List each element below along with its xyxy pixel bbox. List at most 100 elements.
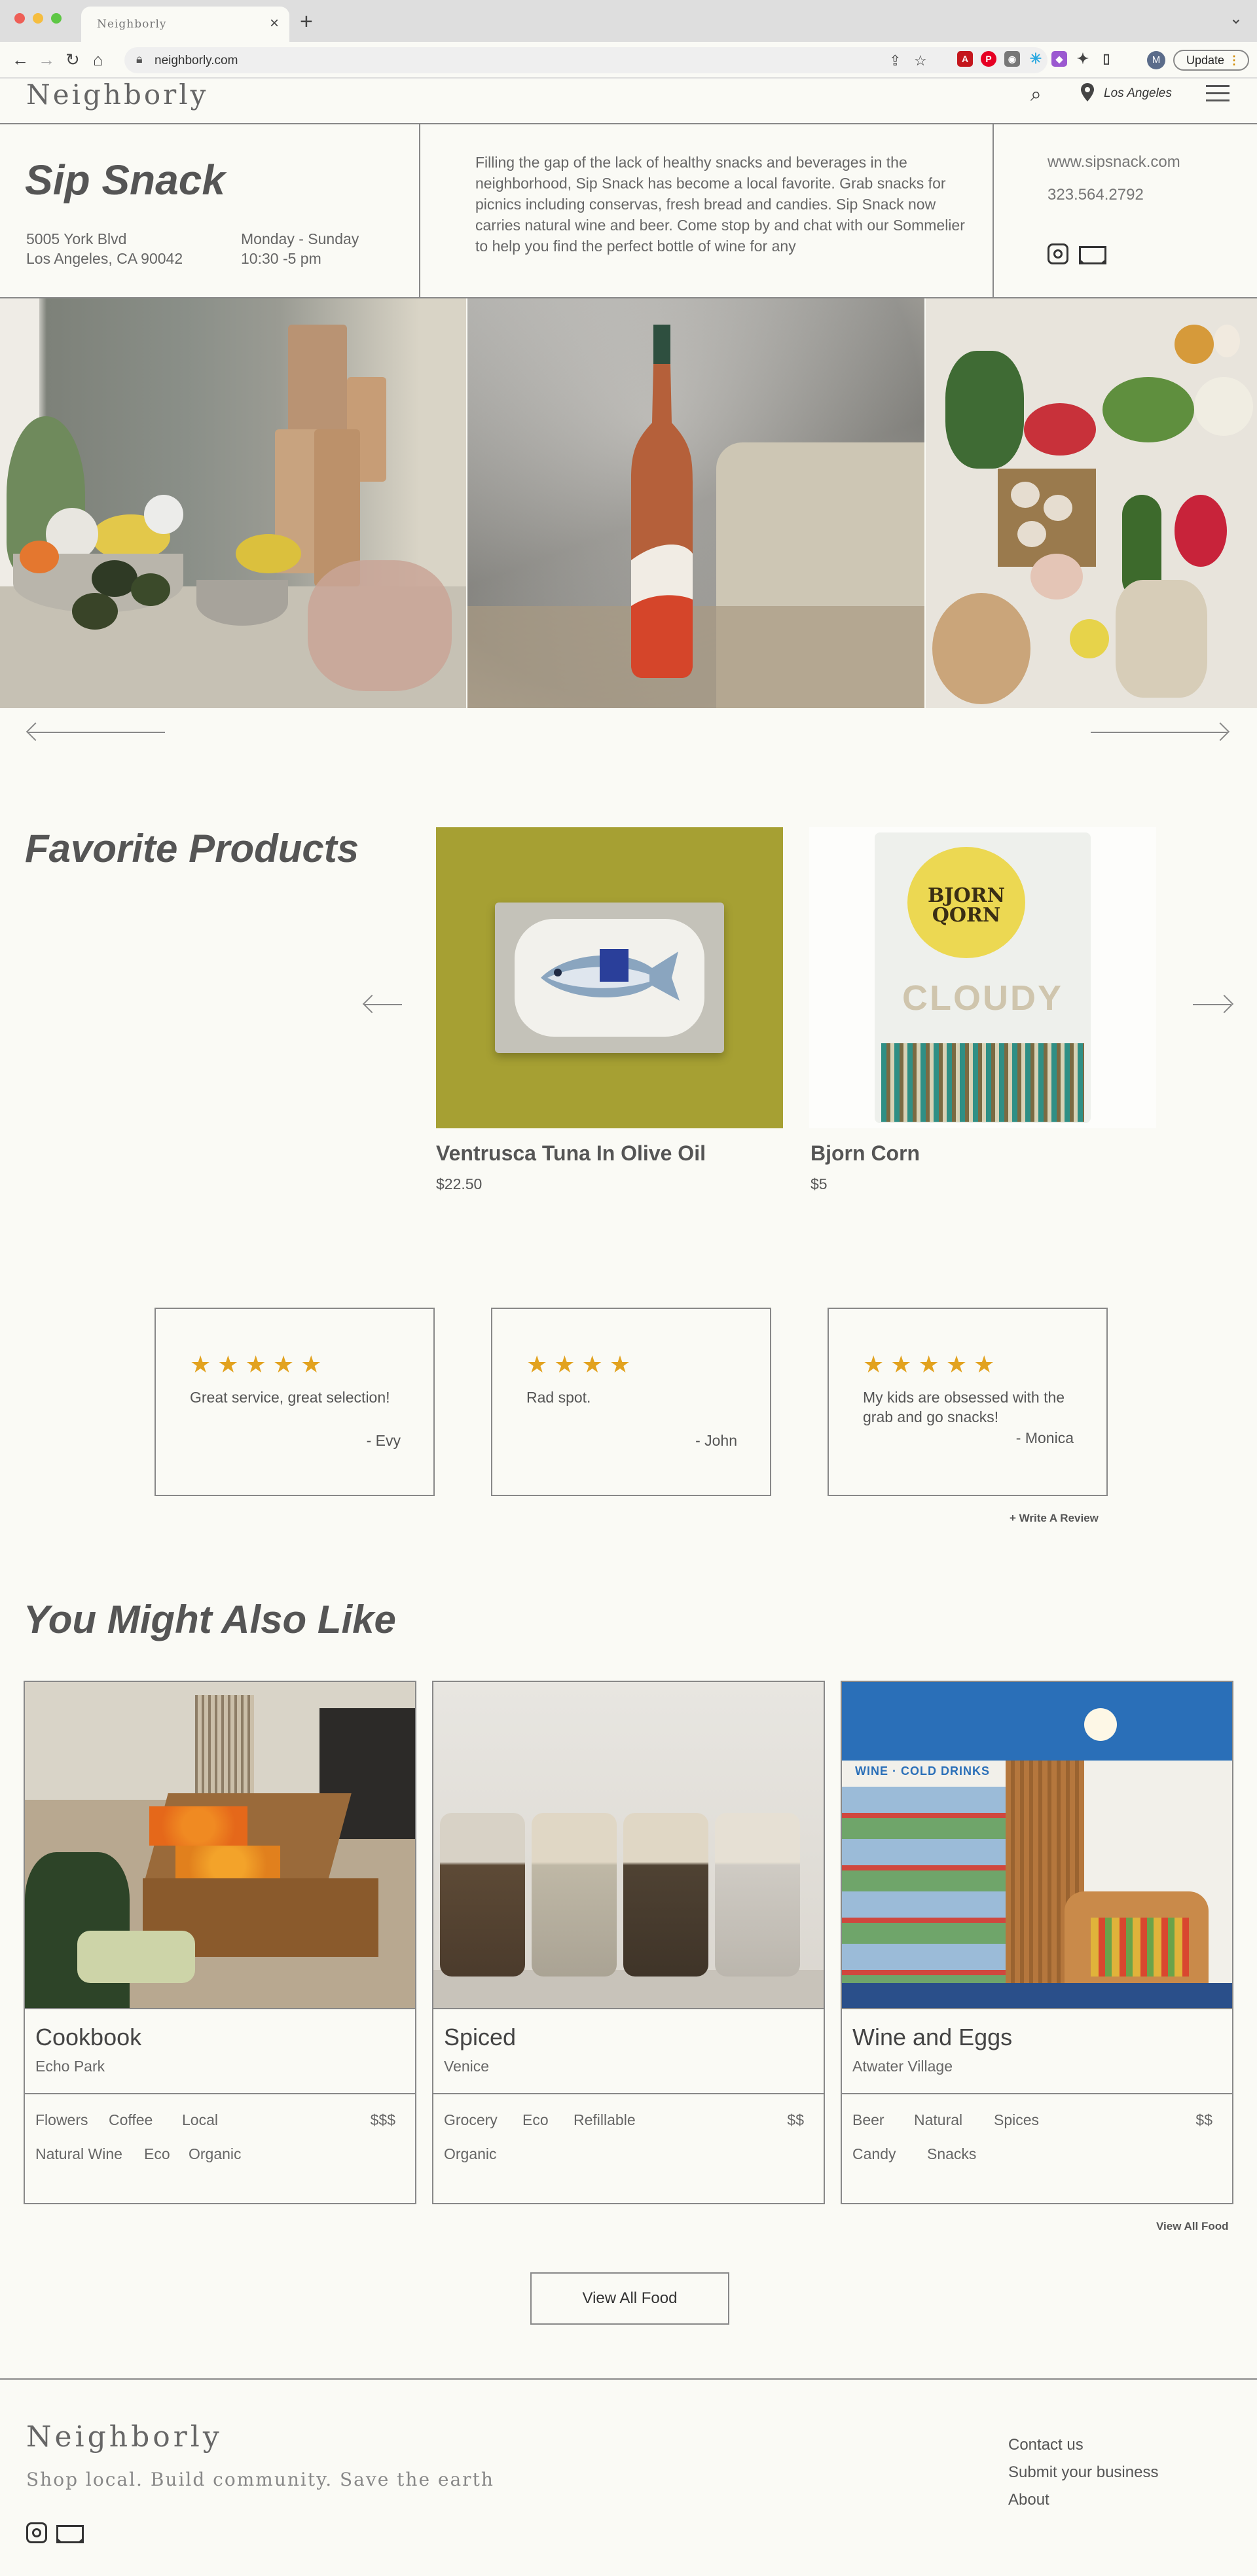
lock-icon: 🔒︎ (136, 52, 143, 65)
view-all-food-button[interactable]: View All Food (530, 2272, 729, 2325)
mail-icon[interactable] (56, 2525, 84, 2543)
hamburger-menu-icon[interactable] (1206, 85, 1230, 107)
address-line2: Los Angeles, CA 90042 (26, 250, 183, 267)
store-tag[interactable]: Spices (994, 2111, 1039, 2129)
divider (433, 2093, 824, 2094)
store-card-image (25, 1682, 415, 2009)
close-window-button[interactable] (14, 13, 25, 24)
share-icon[interactable]: ⇪ (889, 52, 901, 69)
purple-extension-icon[interactable]: ◆ (1051, 51, 1067, 67)
review-card: ★★★★ Rad spot. - John (491, 1308, 771, 1496)
gallery-next-arrow-icon[interactable] (1088, 722, 1232, 742)
store-tag[interactable]: Natural (914, 2111, 962, 2129)
store-tag[interactable]: Snacks (927, 2145, 976, 2163)
divider (993, 124, 994, 297)
site-logo[interactable]: Neighborly (26, 79, 208, 111)
tab-search-chevron-icon[interactable]: ⌄ (1230, 9, 1243, 28)
hours-time: 10:30 -5 pm (241, 250, 321, 267)
product-image-tuna[interactable] (436, 827, 783, 1128)
tuna-fish-icon (541, 949, 680, 1001)
search-icon[interactable]: ⌕ (1030, 84, 1042, 106)
home-icon[interactable]: ⌂ (93, 50, 103, 70)
store-card-area: Venice (444, 2058, 490, 2075)
maximize-window-button[interactable] (51, 13, 62, 24)
store-tag[interactable]: Organic (189, 2145, 242, 2163)
mail-icon[interactable] (1079, 246, 1106, 264)
kebab-menu-icon: ⋮ (1228, 54, 1240, 67)
update-button[interactable]: Update ⋮ (1173, 50, 1249, 71)
also-like-title: You Might Also Like (24, 1598, 396, 1641)
store-tag[interactable]: Candy (852, 2145, 896, 2163)
footer-link-contact[interactable]: Contact us (1008, 2436, 1084, 2454)
store-phone-link[interactable]: 323.564.2792 (1048, 186, 1144, 204)
store-tag[interactable]: Natural Wine (35, 2145, 122, 2163)
profile-avatar[interactable]: M (1147, 51, 1165, 69)
store-card[interactable]: Cookbook Echo Park Flowers Coffee Local … (24, 1681, 416, 2204)
cloudy-label: CLOUDY (902, 978, 1063, 1018)
new-tab-icon[interactable]: + (300, 9, 313, 35)
store-card-title: Wine and Eggs (852, 2024, 1013, 2050)
reload-icon[interactable]: ↻ (65, 50, 80, 70)
store-card-title: Spiced (444, 2024, 517, 2050)
update-label: Update (1186, 54, 1225, 67)
store-tag[interactable]: Coffee (109, 2111, 153, 2129)
store-website-link[interactable]: www.sipsnack.com (1048, 153, 1180, 171)
minimize-window-button[interactable] (33, 13, 43, 24)
divider (842, 2093, 1232, 2094)
write-review-link[interactable]: + Write A Review (1010, 1512, 1099, 1525)
pinterest-extension-icon[interactable]: P (981, 51, 996, 67)
store-tag[interactable]: Organic (444, 2145, 497, 2163)
back-icon[interactable]: ← (12, 50, 29, 70)
instagram-icon[interactable] (1048, 243, 1068, 264)
store-tag[interactable]: Flowers (35, 2111, 88, 2129)
view-all-food-link[interactable]: View All Food (1156, 2220, 1229, 2233)
star-rating: ★★★★★ (863, 1351, 1002, 1378)
gallery-prev-arrow-icon[interactable] (25, 722, 169, 742)
store-card[interactable]: Spiced Venice Grocery Eco Refillable Org… (432, 1681, 825, 2204)
store-tag[interactable]: Eco (522, 2111, 549, 2129)
store-tag[interactable]: Grocery (444, 2111, 498, 2129)
url-text: neighborly.com (155, 54, 238, 67)
close-tab-icon[interactable]: × (270, 14, 279, 33)
review-author: - Monica (1015, 1429, 1074, 1446)
products-prev-arrow-icon[interactable] (361, 994, 403, 1014)
product-price: $5 (811, 1175, 828, 1192)
store-tag[interactable]: Beer (852, 2111, 884, 2129)
camera-extension-icon[interactable]: ◉ (1004, 51, 1020, 67)
hours-days: Monday - Sunday (241, 230, 359, 247)
address-bar[interactable]: 🔒︎ neighborly.com ⇪ ☆ (124, 47, 1048, 73)
site-header: Neighborly ⌕ Los Angeles (0, 79, 1257, 124)
product-name[interactable]: Ventrusca Tuna In Olive Oil (436, 1141, 706, 1166)
asterisk-extension-icon[interactable]: ✳ (1028, 51, 1044, 67)
price-level: $$ (1195, 2111, 1212, 2128)
location-selector[interactable]: Los Angeles (1104, 86, 1172, 101)
footer-logo[interactable]: Neighborly (26, 2420, 223, 2454)
footer-link-about[interactable]: About (1008, 2491, 1049, 2509)
store-name: Sip Snack (25, 156, 225, 204)
store-info: Sip Snack 5005 York Blvd Los Angeles, CA… (0, 124, 1257, 298)
store-card[interactable]: WINE · COLD DRINKS Wine and Eggs Atwater… (841, 1681, 1233, 2204)
products-next-arrow-icon[interactable] (1192, 994, 1234, 1014)
extensions-puzzle-icon[interactable]: ✦ (1075, 51, 1091, 67)
store-tag[interactable]: Refillable (574, 2111, 636, 2129)
star-rating: ★★★★ (526, 1351, 638, 1378)
footer-link-submit-business[interactable]: Submit your business (1008, 2463, 1158, 2482)
forward-icon[interactable]: → (38, 50, 55, 70)
photo-gallery (0, 298, 1257, 708)
pdf-extension-icon[interactable]: A (957, 51, 973, 67)
product-name[interactable]: Bjorn Corn (811, 1141, 920, 1166)
address-line1: 5005 York Blvd (26, 230, 127, 247)
star-rating: ★★★★★ (190, 1351, 329, 1378)
browser-tab-strip: Neighborly × + ⌄ (0, 0, 1257, 42)
product-image-bjorn-corn[interactable]: BJORN QORN CLOUDY (809, 827, 1156, 1128)
store-card-area: Echo Park (35, 2058, 105, 2075)
store-tag[interactable]: Eco (144, 2145, 170, 2163)
instagram-icon[interactable] (26, 2522, 47, 2543)
side-panel-icon[interactable]: ▯ (1099, 51, 1114, 67)
browser-tab[interactable]: Neighborly × (81, 7, 289, 42)
review-text: Rad spot. (526, 1389, 591, 1406)
review-text: Great service, great selection! (190, 1389, 390, 1406)
bookmark-star-icon[interactable]: ☆ (914, 52, 927, 69)
store-tag[interactable]: Local (182, 2111, 218, 2129)
browser-toolbar: ← → ↻ ⌂ 🔒︎ neighborly.com ⇪ ☆ A P ◉ ✳ ◆ … (0, 42, 1257, 79)
